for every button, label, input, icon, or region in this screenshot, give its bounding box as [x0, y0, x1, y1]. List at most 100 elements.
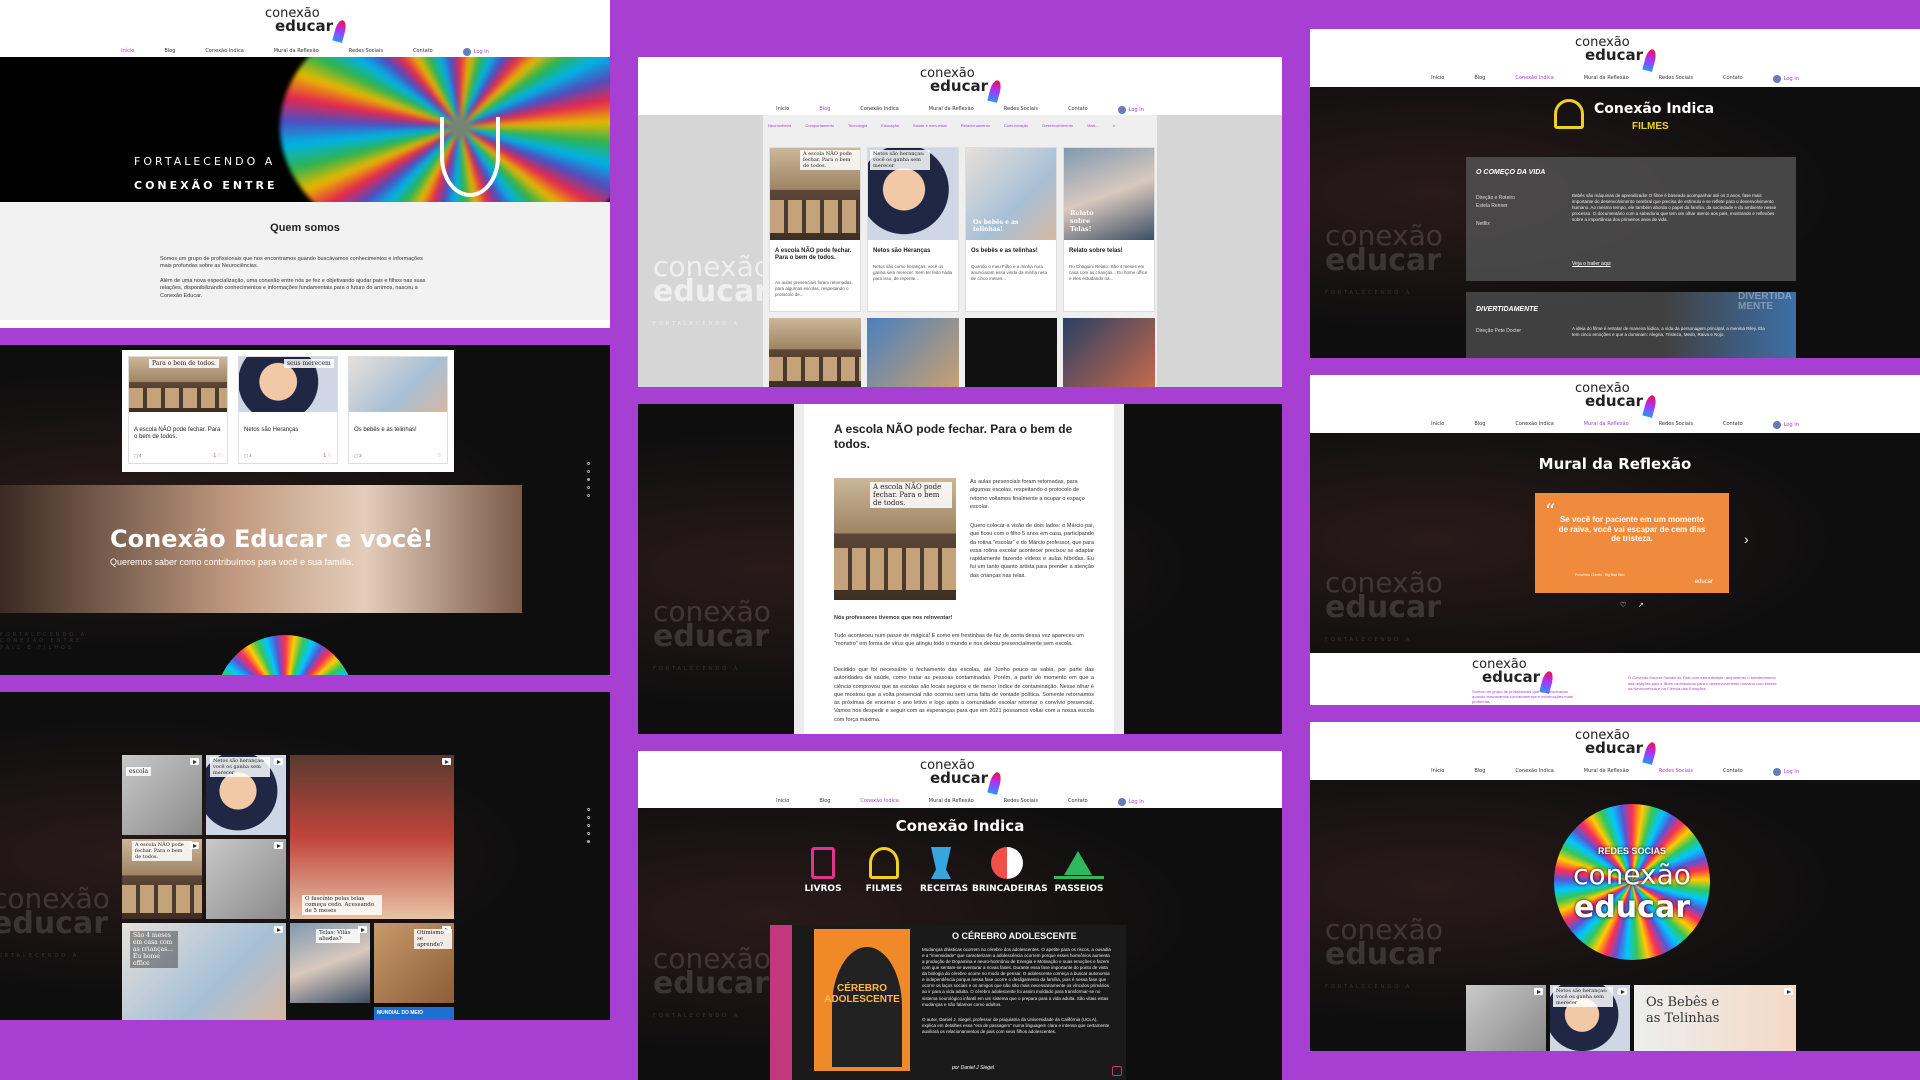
post-card[interactable]: A escola NÃO pode fechar. Para o bem de …: [769, 147, 861, 312]
share-icon[interactable]: ↗: [1638, 601, 1644, 609]
nav-contato[interactable]: Contato: [413, 48, 433, 56]
category-link[interactable]: Desenvolvimento: [1042, 123, 1073, 128]
nav-indica[interactable]: Conexão Indica: [860, 798, 898, 806]
nav-blog[interactable]: Blog: [1474, 768, 1485, 776]
nav-contato[interactable]: Contato: [1723, 421, 1743, 429]
nav-inicio[interactable]: Início: [1431, 768, 1444, 776]
nav-redes[interactable]: Redes Sociais: [1004, 798, 1038, 806]
share-icon[interactable]: [1112, 1066, 1122, 1076]
category-passeios[interactable]: PASSEIOS: [1044, 847, 1114, 894]
video-thumb[interactable]: Telas: Vilãs aliadas?: [290, 923, 370, 1003]
site-logo[interactable]: conexão educar: [1575, 36, 1658, 72]
nav-mural[interactable]: Mural da Reflexão: [1584, 768, 1629, 776]
category-filmes[interactable]: FILMES: [864, 847, 904, 894]
site-logo[interactable]: conexão educar: [1575, 729, 1658, 765]
nav-blog[interactable]: Blog: [1474, 75, 1485, 83]
nav-contato[interactable]: Contato: [1723, 75, 1743, 83]
nav-mural[interactable]: Mural da Reflexão: [1584, 421, 1629, 429]
category-link[interactable]: Comunicação: [1004, 123, 1028, 128]
heart-icon[interactable]: ♡: [438, 453, 442, 459]
category-brincadeiras[interactable]: BRINCADEIRAS: [972, 847, 1048, 894]
category-link[interactable]: Tecnologia: [848, 123, 867, 128]
login-button[interactable]: Log In: [1772, 74, 1799, 83]
video-thumb[interactable]: Otimismo se aprende?: [374, 923, 454, 1003]
post-thumb[interactable]: [1063, 318, 1155, 387]
heart-icon[interactable]: 1 ♡: [323, 453, 332, 459]
nav-indica[interactable]: Conexão Indica: [1515, 768, 1553, 776]
nav-mural[interactable]: Mural da Reflexão: [274, 48, 319, 56]
nav-mural[interactable]: Mural da Reflexão: [929, 798, 974, 806]
nav-contato[interactable]: Contato: [1068, 106, 1088, 114]
site-logo[interactable]: conexão educar: [265, 7, 348, 43]
post-card[interactable]: Os bebês e as telinhas! Os bebês e as te…: [965, 147, 1057, 312]
nav-inicio[interactable]: Início: [1431, 75, 1444, 83]
nav-inicio[interactable]: Início: [1431, 421, 1444, 429]
site-logo[interactable]: conexão educar: [1575, 382, 1658, 418]
category-bar: Neurociência Comportamento Tecnologia Ed…: [763, 115, 1157, 136]
category-link[interactable]: Relacionamento: [961, 123, 990, 128]
post-title: A escola NÃO pode fechar. Para o bem de …: [775, 248, 852, 262]
globe-label-3: educar: [1573, 890, 1690, 925]
post-title: A escola NÃO pode fechar. Para o bem de …: [134, 427, 221, 441]
quote-card[interactable]: “ Se você for paciente em um momento de …: [1535, 493, 1729, 593]
user-icon: [1117, 105, 1126, 114]
heart-icon[interactable]: 1 ♡: [213, 453, 222, 459]
category-link[interactable]: Saúde e bem-estar: [913, 123, 947, 128]
video-thumb[interactable]: escola: [122, 755, 202, 835]
post-card[interactable]: Os bebês e as telinhas! ◻ 3 ♡: [348, 356, 448, 464]
login-button[interactable]: Log In: [1772, 767, 1799, 776]
video-thumb[interactable]: A escola NÃO pode fechar. Para o bem de …: [122, 839, 202, 919]
nav-inicio[interactable]: Início: [776, 106, 789, 114]
nav-inicio[interactable]: Início: [121, 48, 134, 56]
nav-indica[interactable]: Conexão Indica: [205, 48, 243, 56]
search-icon[interactable]: ⌕: [1113, 123, 1115, 128]
video-thumb[interactable]: Os Bebês e as Telinhas: [1634, 985, 1796, 1051]
quote-text: Se você for paciente em um momento de ra…: [1558, 515, 1706, 544]
post-card[interactable]: Relato sobre Telas! Relato sobre telas! …: [1063, 147, 1155, 312]
video-thumb[interactable]: São 4 meses em casa com as crianças... E…: [122, 923, 286, 1020]
login-button[interactable]: Log In: [1117, 797, 1144, 806]
post-card[interactable]: seus merecem Netos são Heranças ◻ 4 1 ♡: [238, 356, 338, 464]
category-link[interactable]: Mais...: [1087, 123, 1099, 128]
nav-redes[interactable]: Redes Sociais: [349, 48, 383, 56]
category-link[interactable]: Comportamento: [805, 123, 834, 128]
video-thumb[interactable]: Netos são heranças: você os ganha sem me…: [206, 755, 286, 835]
category-link[interactable]: Educação: [881, 123, 899, 128]
nav-indica[interactable]: Conexão Indica: [1515, 421, 1553, 429]
site-logo[interactable]: conexão educar: [920, 67, 1003, 103]
post-thumb[interactable]: [867, 318, 959, 387]
nav-mural[interactable]: Mural da Reflexão: [929, 106, 974, 114]
category-livros[interactable]: LIVROS: [803, 847, 843, 894]
category-receitas[interactable]: RECEITAS: [920, 847, 968, 894]
post-thumb[interactable]: [965, 318, 1057, 387]
nav-contato[interactable]: Contato: [1068, 798, 1088, 806]
category-link[interactable]: Neurociência: [768, 123, 791, 128]
video-thumb[interactable]: [206, 839, 286, 919]
nav-contato[interactable]: Contato: [1723, 768, 1743, 776]
video-thumb[interactable]: [1466, 985, 1546, 1051]
heart-icon[interactable]: ♡: [1620, 601, 1626, 609]
nav-blog[interactable]: Blog: [1474, 421, 1485, 429]
nav-redes[interactable]: Redes Sociais: [1004, 106, 1038, 114]
nav-indica[interactable]: Conexão Indica: [860, 106, 898, 114]
nav-redes[interactable]: Redes Sociais: [1659, 75, 1693, 83]
nav-redes[interactable]: Redes Sociais: [1659, 421, 1693, 429]
nav-blog[interactable]: Blog: [819, 106, 830, 114]
post-card[interactable]: Netos são heranças: você os ganha sem me…: [867, 147, 959, 312]
video-thumb[interactable]: Netos são heranças: você os ganha sem me…: [1550, 985, 1630, 1051]
nav-inicio[interactable]: Início: [776, 798, 789, 806]
nav-blog[interactable]: Blog: [164, 48, 175, 56]
blog-body: conexão educar FORTALECENDO A Neurociência…: [638, 115, 1282, 387]
site-logo[interactable]: conexão educar: [920, 759, 1003, 795]
nav-blog[interactable]: Blog: [819, 798, 830, 806]
post-card[interactable]: Para o bem de todos. A escola NÃO pode f…: [128, 356, 228, 464]
trailer-link[interactable]: Veja o trailer aqui: [1572, 261, 1611, 267]
carousel-next-icon[interactable]: ›: [1744, 531, 1749, 547]
login-button[interactable]: Log In: [1772, 420, 1799, 429]
post-thumb[interactable]: [769, 318, 861, 387]
nav-indica[interactable]: Conexão Indica: [1515, 75, 1553, 83]
login-button[interactable]: Log In: [1117, 105, 1144, 114]
nav-redes[interactable]: Redes Sociais: [1659, 768, 1693, 776]
nav-mural[interactable]: Mural da Reflexão: [1584, 75, 1629, 83]
login-button[interactable]: Log In: [462, 47, 489, 56]
